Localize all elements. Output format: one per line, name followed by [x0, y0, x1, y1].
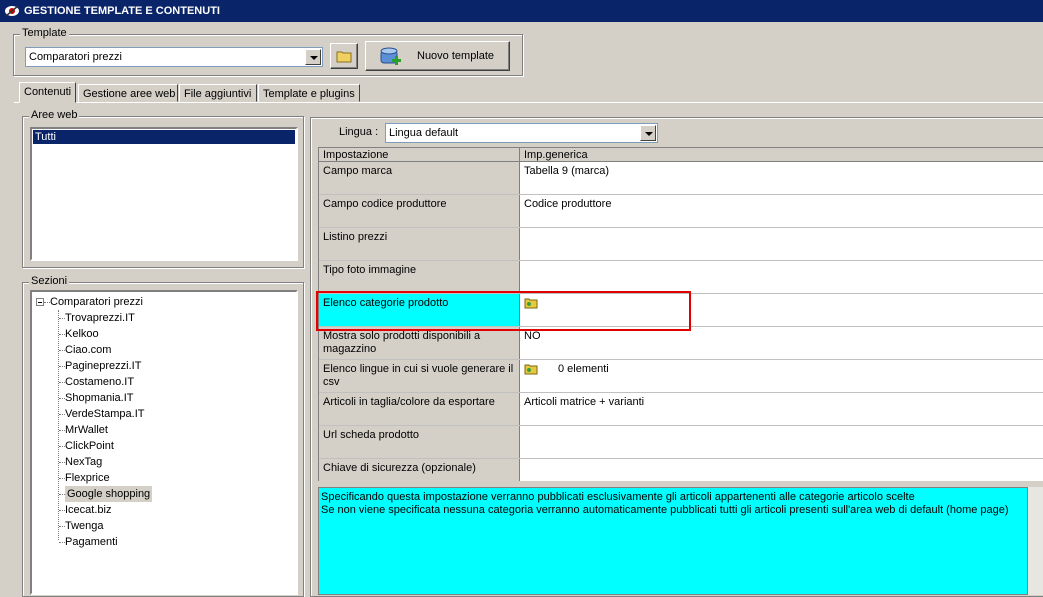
description-line-2: Se non viene specificata nessuna categor… — [321, 504, 1009, 516]
aree-web-list[interactable]: Tutti — [30, 127, 298, 261]
table-row[interactable]: Articoli in taglia/colore da esportare Ar… — [319, 393, 1043, 426]
column-header-impostazione[interactable]: Impostazione — [319, 148, 520, 162]
setting-value-cell[interactable]: Tabella 9 (marca) — [520, 162, 1043, 197]
tab-contenuti-label: Contenuti — [24, 86, 72, 98]
tree-item[interactable]: Google shopping — [65, 486, 153, 502]
tree-item[interactable]: Pagineprezzi.IT — [65, 358, 141, 374]
tree-item[interactable]: Costameno.IT — [65, 374, 134, 390]
tree-item[interactable]: Ciao.com — [65, 342, 111, 358]
table-row[interactable]: Mostra solo prodotti disponibili a magaz… — [319, 327, 1043, 360]
setting-name-cell: Tipo foto immagine — [319, 261, 520, 293]
template-select[interactable]: Comparatori prezzi — [25, 47, 323, 67]
sezioni-tree[interactable]: Comparatori prezzi Trovaprezzi.IT Kelkoo C… — [30, 290, 298, 595]
setting-value-cell[interactable]: 0 elementi — [520, 360, 1043, 395]
tree-item[interactable]: Trovaprezzi.IT — [65, 310, 135, 326]
tab-file-aggiuntivi[interactable]: File aggiuntivi — [179, 84, 257, 102]
setting-value: 0 elementi — [558, 363, 609, 375]
app-icon — [5, 5, 19, 17]
lingua-select-value: Lingua default — [389, 127, 459, 139]
chevron-down-icon[interactable] — [305, 49, 321, 65]
table-row[interactable]: Elenco lingue in cui si vuole generare i… — [319, 360, 1043, 393]
setting-name-cell: Url scheda prodotto — [319, 426, 520, 458]
window-title: GESTIONE TEMPLATE E CONTENUTI — [24, 5, 220, 17]
setting-name-cell: Elenco lingue in cui si vuole generare i… — [319, 360, 520, 392]
tree-item[interactable]: Kelkoo — [65, 326, 99, 342]
new-template-button[interactable]: Nuovo template — [365, 41, 510, 71]
list-item[interactable]: Tutti — [33, 130, 295, 144]
tab-template-plugins-label: Template e plugins — [263, 88, 355, 100]
table-row[interactable]: Campo codice produttore Codice produttore — [319, 195, 1043, 228]
chevron-down-icon[interactable] — [640, 125, 656, 141]
folder-icon[interactable] — [524, 363, 538, 375]
setting-value: NO — [524, 330, 541, 342]
database-add-icon — [380, 47, 401, 65]
table-row[interactable]: Listino prezzi — [319, 228, 1043, 261]
setting-name-cell: Campo codice produttore — [319, 195, 520, 227]
setting-value-cell[interactable] — [520, 426, 1043, 461]
tree-item[interactable]: VerdeStampa.IT — [65, 406, 145, 422]
lingua-label: Lingua : — [339, 126, 379, 138]
table-row[interactable]: Campo marca Tabella 9 (marca) — [319, 162, 1043, 195]
tree-item[interactable]: Icecat.biz — [65, 502, 111, 518]
setting-value: Articoli matrice + varianti — [524, 396, 645, 408]
setting-value-cell[interactable]: Codice produttore — [520, 195, 1043, 230]
sezioni-label: Sezioni — [29, 275, 70, 287]
tree-item[interactable]: Twenga — [65, 518, 104, 534]
table-row[interactable]: Chiave di sicurezza (opzionale) — [319, 459, 1043, 481]
setting-name-cell: Chiave di sicurezza (opzionale) — [319, 459, 520, 481]
tab-gestione-aree-web[interactable]: Gestione aree web — [78, 84, 178, 102]
column-header-imp-generica[interactable]: Imp.generica — [520, 148, 1043, 162]
setting-value-cell[interactable] — [520, 459, 1043, 481]
description-panel: Specificando questa impostazione verrann… — [318, 487, 1028, 595]
setting-name-cell: Campo marca — [319, 162, 520, 194]
title-bar: GESTIONE TEMPLATE E CONTENUTI — [0, 0, 1043, 22]
tree-item[interactable]: NexTag — [65, 454, 102, 470]
lingua-select[interactable]: Lingua default — [385, 123, 658, 143]
setting-value-cell[interactable]: NO — [520, 327, 1043, 362]
template-group-label: Template — [20, 27, 69, 39]
tree-connector — [58, 310, 59, 540]
setting-value: Codice produttore — [524, 198, 612, 210]
tab-panel-border — [14, 102, 1043, 103]
collapse-icon[interactable] — [36, 298, 44, 306]
tree-item[interactable]: ClickPoint — [65, 438, 114, 454]
description-line-1: Specificando questa impostazione verrann… — [321, 491, 915, 503]
setting-name-cell: Mostra solo prodotti disponibili a magaz… — [319, 327, 520, 359]
tree-item[interactable]: MrWallet — [65, 422, 108, 438]
tab-template-plugins[interactable]: Template e plugins — [258, 84, 360, 102]
table-row[interactable]: Tipo foto immagine — [319, 261, 1043, 294]
aree-web-label: Aree web — [29, 109, 80, 121]
tab-file-aggiuntivi-label: File aggiuntivi — [184, 88, 252, 100]
description-scrollbar[interactable] — [1028, 487, 1043, 595]
setting-value: Tabella 9 (marca) — [524, 165, 609, 177]
tab-gestione-aree-web-label: Gestione aree web — [83, 88, 176, 100]
open-folder-button[interactable] — [330, 43, 358, 69]
setting-name-cell: Listino prezzi — [319, 228, 520, 260]
annotation-highlight-box — [316, 291, 691, 331]
tree-item[interactable]: Pagamenti — [65, 534, 118, 550]
folder-icon — [336, 51, 352, 63]
setting-value-cell[interactable]: Articoli matrice + varianti — [520, 393, 1043, 428]
setting-name-cell: Articoli in taglia/colore da esportare — [319, 393, 520, 425]
tree-item[interactable]: Flexprice — [65, 470, 110, 486]
template-select-value: Comparatori prezzi — [29, 51, 122, 63]
new-template-label: Nuovo template — [417, 50, 495, 62]
tree-item[interactable]: Shopmania.IT — [65, 390, 133, 406]
tab-contenuti[interactable]: Contenuti — [19, 82, 76, 103]
setting-value-cell[interactable] — [520, 228, 1043, 263]
table-row[interactable]: Url scheda prodotto — [319, 426, 1043, 459]
tree-root[interactable]: Comparatori prezzi — [50, 294, 143, 310]
